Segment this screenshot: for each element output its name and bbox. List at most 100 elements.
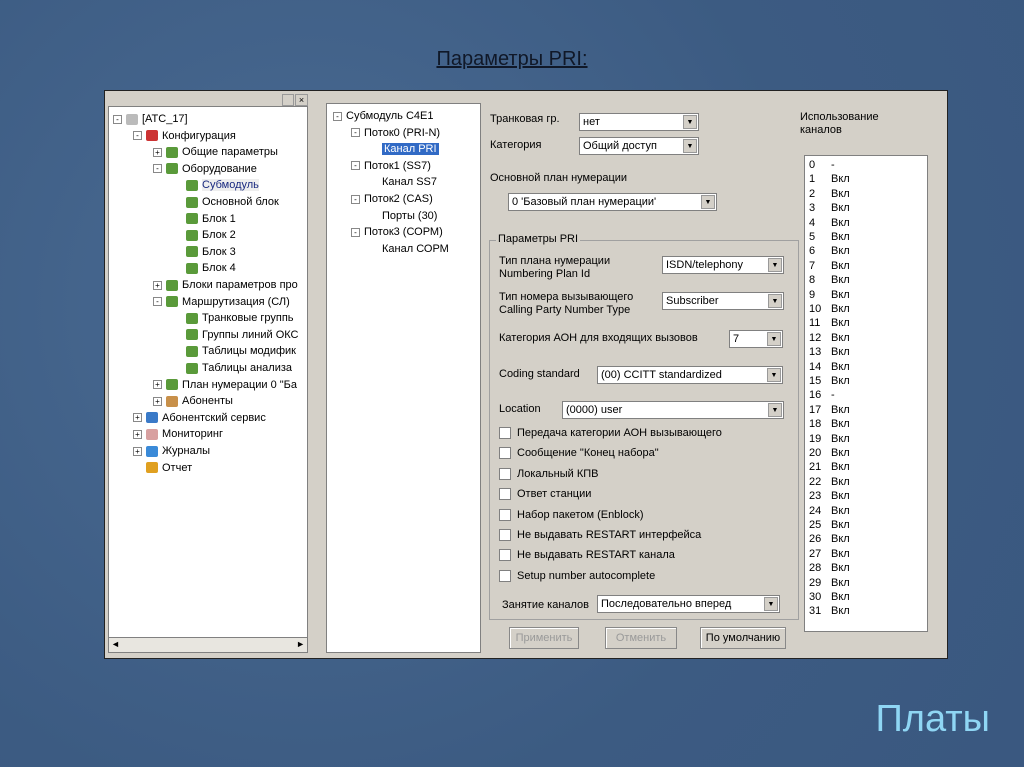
- tree-item[interactable]: + Абонентский сервис: [133, 410, 266, 426]
- checkbox-item[interactable]: Ответ станции: [499, 488, 591, 501]
- trunk-select[interactable]: нет ▼: [579, 113, 699, 131]
- checkbox[interactable]: [499, 427, 511, 440]
- collapse-icon[interactable]: -: [351, 161, 360, 171]
- expand-icon[interactable]: +: [153, 380, 162, 390]
- tree-item[interactable]: Блок 1: [173, 211, 236, 227]
- collapse-icon[interactable]: -: [153, 164, 162, 174]
- collapse-icon[interactable]: -: [351, 128, 360, 138]
- tree-item[interactable]: - Субмодуль С4Е1: [333, 108, 433, 124]
- channel-row[interactable]: 24 Вкл: [809, 504, 850, 518]
- tree-item[interactable]: - Оборудование: [153, 161, 257, 177]
- channel-row[interactable]: 17 Вкл: [809, 403, 850, 417]
- checkbox[interactable]: [499, 447, 511, 460]
- cpnt-select[interactable]: Subscriber ▼: [662, 292, 784, 310]
- channel-row[interactable]: 22 Вкл: [809, 475, 850, 489]
- default-button[interactable]: По умолчанию: [700, 627, 786, 649]
- tree-item[interactable]: Субмодуль: [173, 177, 259, 193]
- collapse-icon[interactable]: -: [153, 297, 162, 307]
- apply-button[interactable]: Применить: [509, 627, 579, 649]
- channel-row[interactable]: 9 Вкл: [809, 288, 850, 302]
- channel-row[interactable]: 29 Вкл: [809, 576, 850, 590]
- tree-item[interactable]: Основной блок: [173, 194, 279, 210]
- channel-row[interactable]: 30 Вкл: [809, 590, 850, 604]
- expand-icon[interactable]: +: [153, 396, 162, 406]
- channel-row[interactable]: 2 Вкл: [809, 187, 850, 201]
- submodule-tree[interactable]: - Субмодуль С4Е1- Поток0 (PRI-N) Канал PRI -…: [326, 103, 481, 653]
- tree-item[interactable]: - [АТС_17]: [113, 111, 188, 127]
- channels-list[interactable]: 0-1 Вкл 2 Вкл 3 Вкл 4 Вкл 5 Вкл 6 Вкл 7 Вкл 8 Вкл 9 Вкл 10…: [804, 155, 928, 632]
- channel-row[interactable]: 16-: [809, 388, 835, 402]
- channel-row[interactable]: 10 Вкл: [809, 302, 850, 316]
- tree-item[interactable]: Отчет: [133, 460, 192, 476]
- tree-item[interactable]: Порты (30): [369, 208, 437, 224]
- collapse-icon[interactable]: -: [351, 227, 360, 237]
- channel-row[interactable]: 12 Вкл: [809, 331, 850, 345]
- occupy-select[interactable]: Последовательно вперед ▼: [597, 595, 780, 613]
- tree-item[interactable]: - Поток1 (SS7): [351, 158, 431, 174]
- tree-item[interactable]: + Журналы: [133, 443, 210, 459]
- location-select[interactable]: (0000) user ▼: [562, 401, 784, 419]
- expand-icon[interactable]: +: [153, 147, 162, 157]
- expand-icon[interactable]: +: [153, 280, 162, 290]
- coding-select[interactable]: (00) CCITT standardized ▼: [597, 366, 783, 384]
- checkbox-item[interactable]: Не выдавать RESTART интерфейса: [499, 529, 701, 542]
- horizontal-scrollbar[interactable]: ◄ ►: [108, 637, 308, 653]
- checkbox[interactable]: [499, 508, 511, 521]
- checkbox-item[interactable]: Локальный КПВ: [499, 468, 599, 480]
- expand-icon[interactable]: +: [133, 446, 142, 456]
- cancel-button[interactable]: Отменить: [605, 627, 677, 649]
- tree-item[interactable]: - Маршрутизация (СЛ): [153, 294, 290, 310]
- aon-select[interactable]: 7 ▼: [729, 330, 783, 348]
- scroll-left-icon[interactable]: ◄: [111, 639, 120, 649]
- checkbox-item[interactable]: Набор пакетом (Enblock): [499, 509, 644, 521]
- channel-row[interactable]: 7 Вкл: [809, 259, 850, 273]
- channel-row[interactable]: 13 Вкл: [809, 345, 850, 359]
- channel-row[interactable]: 21 Вкл: [809, 460, 850, 474]
- channel-row[interactable]: 6 Вкл: [809, 244, 850, 258]
- channel-row[interactable]: 27 Вкл: [809, 547, 850, 561]
- channel-row[interactable]: 31 Вкл: [809, 604, 850, 618]
- channel-row[interactable]: 0-: [809, 158, 835, 172]
- checkbox[interactable]: [499, 549, 511, 562]
- tree-item[interactable]: Таблицы анализа: [173, 360, 292, 376]
- collapse-icon[interactable]: -: [113, 114, 122, 124]
- channel-row[interactable]: 3 Вкл: [809, 201, 850, 215]
- tree-item[interactable]: Блок 2: [173, 227, 236, 243]
- tree-item[interactable]: Блок 3: [173, 244, 236, 260]
- close-icon[interactable]: ×: [295, 94, 308, 106]
- config-tree[interactable]: - [АТС_17] - Конфигурация + Общие параметры - О…: [108, 106, 308, 639]
- category-select[interactable]: Общий доступ ▼: [579, 137, 699, 155]
- dock-button[interactable]: [282, 94, 294, 106]
- plan-select[interactable]: 0 'Базовый план нумерации' ▼: [508, 193, 717, 211]
- tree-item[interactable]: Таблицы модифик: [173, 343, 296, 359]
- channel-row[interactable]: 8 Вкл: [809, 273, 850, 287]
- tree-item[interactable]: - Поток3 (СОРМ): [351, 224, 443, 240]
- collapse-icon[interactable]: -: [333, 111, 342, 121]
- tree-item[interactable]: Канал SS7: [369, 174, 437, 190]
- tree-item[interactable]: - Поток2 (CAS): [351, 191, 433, 207]
- channel-row[interactable]: 20 Вкл: [809, 446, 850, 460]
- tree-item[interactable]: + Абоненты: [153, 393, 233, 409]
- checkbox[interactable]: [499, 467, 511, 480]
- channel-row[interactable]: 5 Вкл: [809, 230, 850, 244]
- channel-row[interactable]: 15 Вкл: [809, 374, 850, 388]
- channel-row[interactable]: 19 Вкл: [809, 432, 850, 446]
- checkbox-item[interactable]: Передача категории АОН вызывающего: [499, 427, 722, 440]
- checkbox[interactable]: [499, 569, 511, 582]
- scroll-right-icon[interactable]: ►: [296, 639, 305, 649]
- channel-row[interactable]: 4 Вкл: [809, 216, 850, 230]
- tree-item[interactable]: Группы линий ОКС: [173, 327, 298, 343]
- channel-row[interactable]: 25 Вкл: [809, 518, 850, 532]
- tree-item[interactable]: + Общие параметры: [153, 144, 278, 160]
- tree-item[interactable]: Блок 4: [173, 260, 236, 276]
- channel-row[interactable]: 11 Вкл: [809, 316, 850, 330]
- channel-row[interactable]: 14 Вкл: [809, 360, 850, 374]
- tree-item[interactable]: Транковые группь: [173, 310, 294, 326]
- channel-row[interactable]: 1 Вкл: [809, 172, 850, 186]
- channel-row[interactable]: 26 Вкл: [809, 532, 850, 546]
- expand-icon[interactable]: +: [133, 413, 142, 423]
- channel-row[interactable]: 23 Вкл: [809, 489, 850, 503]
- collapse-icon[interactable]: -: [351, 194, 360, 204]
- checkbox-item[interactable]: Сообщение "Конец набора": [499, 447, 659, 460]
- checkbox[interactable]: [499, 488, 511, 501]
